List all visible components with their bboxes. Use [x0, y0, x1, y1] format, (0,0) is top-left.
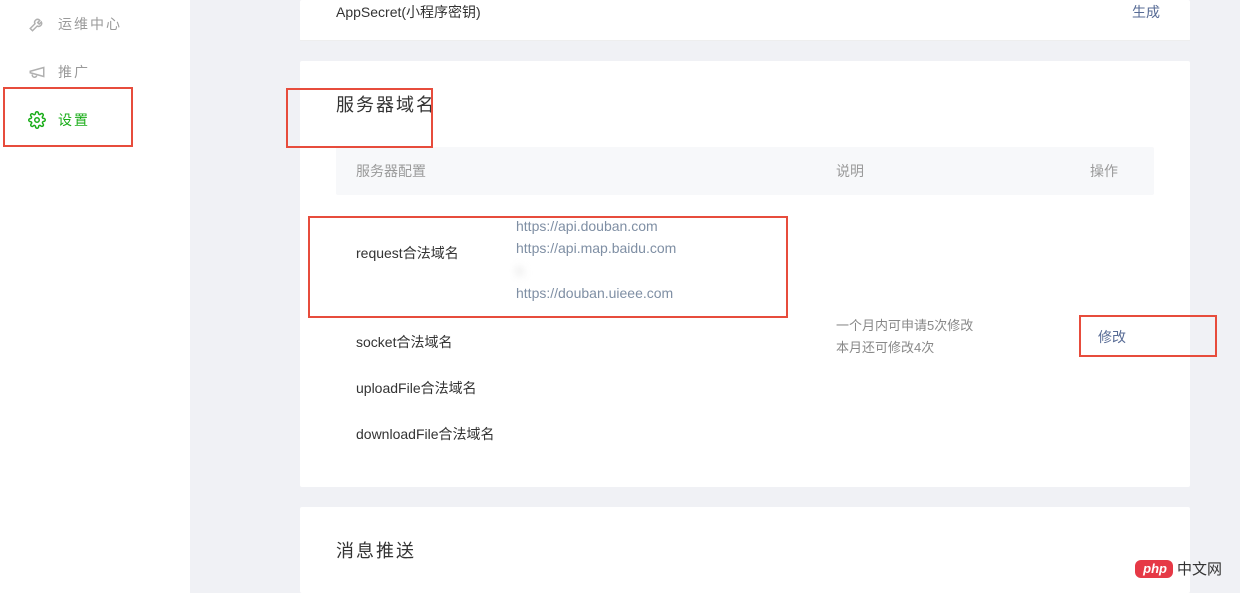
watermark: php 中文网 [1135, 558, 1222, 579]
th-config: 服务器配置 [356, 161, 836, 181]
wrench-icon [28, 15, 46, 33]
row-upload-domain: uploadFile合法域名 [336, 365, 1154, 411]
sidebar-item-label: 推广 [58, 62, 90, 82]
domain-value: https://api.douban.com [516, 215, 836, 237]
domain-table: 服务器配置 说明 操作 request合法域名 https://api.doub… [300, 147, 1190, 487]
request-domain-label: request合法域名 [356, 215, 516, 263]
card-title-message-push: 消息推送 [336, 537, 1154, 563]
domain-value: https://api.map.baidu.com [516, 237, 836, 259]
card-server-domain: 服务器域名 服务器配置 说明 操作 request合法域名 https://ap… [300, 61, 1190, 487]
th-action: 操作 [1074, 161, 1134, 181]
sidebar: 运维中心 推广 设置 [0, 0, 190, 593]
card-message-push: 消息推送 [300, 507, 1190, 593]
watermark-badge: php [1135, 560, 1173, 578]
download-domain-label: downloadFile合法域名 [356, 424, 516, 444]
watermark-text: 中文网 [1177, 558, 1222, 579]
appsecret-row: AppSecret(小程序密钥) 生成 [300, 0, 1190, 41]
request-domain-values: https://api.douban.com https://api.map.b… [516, 215, 836, 305]
appsecret-label: AppSecret(小程序密钥) [336, 2, 481, 22]
main-content: AppSecret(小程序密钥) 生成 服务器域名 服务器配置 说明 操作 re… [190, 0, 1240, 593]
sidebar-item-label: 设置 [58, 110, 90, 130]
gear-icon [28, 111, 46, 129]
socket-domain-label: socket合法域名 [356, 332, 516, 352]
domain-value: https://douban.uieee.com [516, 282, 836, 304]
sidebar-item-promotion[interactable]: 推广 [0, 48, 190, 96]
table-header: 服务器配置 说明 操作 [336, 147, 1154, 195]
sidebar-item-settings[interactable]: 设置 [0, 96, 190, 144]
desc-line2: 本月还可修改4次 [836, 337, 1036, 359]
modify-quota-desc: 一个月内可申请5次修改 本月还可修改4次 [836, 315, 1036, 359]
row-download-domain: downloadFile合法域名 [336, 411, 1154, 457]
desc-line1: 一个月内可申请5次修改 [836, 315, 1036, 337]
table-body: request合法域名 https://api.douban.com https… [336, 195, 1154, 457]
generate-link[interactable]: 生成 [1132, 2, 1160, 22]
domain-value-blurred: h [516, 260, 836, 282]
row-request-domain: request合法域名 https://api.douban.com https… [336, 195, 1154, 319]
megaphone-icon [28, 63, 46, 81]
card-appsecret: AppSecret(小程序密钥) 生成 [300, 0, 1190, 41]
sidebar-item-label: 运维中心 [58, 14, 122, 34]
sidebar-item-ops-center[interactable]: 运维中心 [0, 0, 190, 48]
action-cell: 修改 [1086, 321, 1138, 353]
card-title-server-domain: 服务器域名 [300, 61, 1190, 147]
upload-domain-label: uploadFile合法域名 [356, 378, 516, 398]
th-desc: 说明 [836, 161, 1074, 181]
modify-button[interactable]: 修改 [1086, 321, 1138, 353]
